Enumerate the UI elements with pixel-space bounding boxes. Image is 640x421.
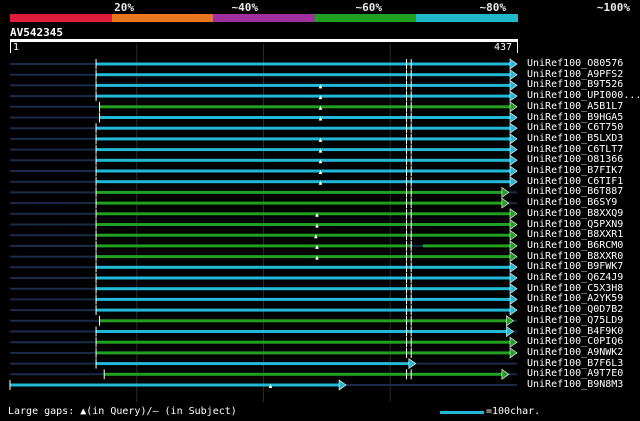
hit-label[interactable]: UniRef100_O80576 [527, 58, 623, 69]
hit-end-arrow-icon [509, 122, 518, 134]
legend-scale: =100char. [486, 406, 541, 417]
hit-label[interactable]: UniRef100_B6SY9 [527, 197, 617, 208]
hit-label[interactable]: UniRef100_B6RCM0 [527, 240, 623, 251]
hit-bar [96, 169, 511, 173]
hit-end-arrow-icon [509, 261, 518, 273]
hit-end-arrow-icon [509, 336, 518, 348]
hit-bar [96, 233, 511, 237]
hit-end-arrow-icon [509, 176, 518, 188]
hit-label[interactable]: UniRef100_C6TIF1 [527, 176, 623, 187]
hit-bar [10, 383, 341, 387]
hit-end-arrow-icon [509, 218, 518, 231]
hit-label[interactable]: UniRef100_B8XXQ9 [527, 208, 623, 219]
hit-bar [96, 223, 511, 226]
hit-label[interactable]: UniRef100_B8XXR0 [527, 251, 623, 262]
hit-bar [96, 255, 511, 259]
hit-label[interactable]: UniRef100_B5LXD3 [527, 133, 623, 144]
hit-bar [96, 276, 511, 280]
hit-end-arrow-icon [509, 251, 518, 263]
hit-label[interactable]: UniRef100_A2YK59 [527, 293, 623, 304]
hit-label[interactable]: UniRef100_Q6Z4J9 [527, 272, 623, 283]
hit-end-arrow-icon [509, 208, 518, 220]
hit-label[interactable]: UniRef100_C6T750 [527, 122, 623, 133]
hit-label[interactable]: UniRef100_A9PFS2 [527, 69, 623, 80]
hit-label[interactable]: UniRef100_Q5PXN9 [527, 219, 623, 230]
hit-bar [96, 297, 511, 301]
hit-end-arrow-icon [506, 315, 515, 327]
hit-bar [96, 158, 511, 162]
hit-bar [96, 330, 508, 333]
legend-gaps: Large gaps: ▲(in Query)/– (in Subject) [8, 406, 237, 417]
hit-end-arrow-icon [509, 58, 518, 70]
hit-bar [104, 372, 503, 376]
hit-label[interactable]: UniRef100_C6TLT7 [527, 144, 623, 155]
hit-end-arrow-icon [509, 240, 518, 252]
hit-end-arrow-icon [509, 229, 518, 241]
hit-label[interactable]: UniRef100_B9FWK7 [527, 261, 623, 272]
hit-bar [96, 201, 503, 205]
hit-bar [99, 116, 511, 119]
hit-label[interactable]: UniRef100_B9HGA5 [527, 112, 623, 123]
hit-bar [99, 319, 508, 323]
hit-label[interactable]: UniRef100_B7FIK7 [527, 165, 623, 176]
hit-label[interactable]: UniRef100_B6T887 [527, 186, 623, 197]
hit-bar [96, 180, 511, 184]
hit-bar [96, 190, 503, 194]
hit-bar [96, 148, 511, 152]
hit-bar [99, 105, 511, 109]
hit-end-arrow-icon [501, 197, 510, 209]
hit-bar [96, 94, 511, 98]
hit-end-arrow-icon [501, 186, 510, 198]
hit-label[interactable]: UniRef100_B8XXR1 [527, 229, 623, 240]
hit-end-arrow-icon [509, 283, 518, 295]
hit-end-arrow-icon [509, 144, 518, 156]
hit-end-arrow-icon [509, 165, 518, 177]
hit-end-arrow-icon [506, 325, 515, 338]
hit-end-arrow-icon [509, 133, 518, 145]
hit-end-arrow-icon [509, 90, 518, 102]
hit-end-arrow-icon [509, 304, 518, 316]
hit-end-arrow-icon [501, 368, 510, 380]
hit-bar [96, 308, 511, 312]
legend-scale-bar [440, 411, 484, 414]
hit-end-arrow-icon [509, 69, 518, 81]
hit-end-arrow-icon [509, 79, 518, 91]
hit-bar [96, 83, 511, 87]
hit-bar [422, 244, 511, 248]
hit-end-arrow-icon [338, 379, 347, 391]
hit-end-arrow-icon [509, 111, 518, 124]
hit-label[interactable]: UniRef100_Q0D7B2 [527, 304, 623, 315]
hit-end-arrow-icon [509, 154, 518, 166]
hit-label[interactable]: UniRef100_B9T526 [527, 79, 623, 90]
hit-end-arrow-icon [509, 272, 518, 284]
hit-label[interactable]: UniRef100_A9T7E0 [527, 368, 623, 379]
hit-label[interactable]: UniRef100_B9N8M3 [527, 379, 623, 390]
hit-label[interactable]: UniRef100_A9NWK2 [527, 347, 623, 358]
hit-label[interactable]: UniRef100_UPI000... [527, 90, 640, 101]
hit-label[interactable]: UniRef100_C5X3H8 [527, 283, 623, 294]
hit-label[interactable]: UniRef100_A5B1L7 [527, 101, 623, 112]
hit-bar [96, 212, 511, 216]
hit-end-arrow-icon [509, 293, 518, 305]
hit-bar [96, 244, 413, 248]
hit-label[interactable]: UniRef100_B4F9K0 [527, 326, 623, 337]
hit-end-arrow-icon [509, 347, 518, 359]
hit-label[interactable]: UniRef100_O81366 [527, 154, 623, 165]
hit-bar [96, 62, 511, 66]
hit-label[interactable]: UniRef100_C0PIQ6 [527, 336, 623, 347]
hit-end-arrow-icon [509, 101, 518, 113]
hit-bar [96, 137, 511, 141]
hit-bar [96, 340, 511, 344]
hit-end-arrow-icon [408, 358, 417, 370]
hit-bar [96, 351, 511, 355]
hit-bar [96, 73, 511, 77]
hit-bar [96, 126, 511, 130]
hit-label[interactable]: UniRef100_B7F6L3 [527, 358, 623, 369]
hit-bar [96, 287, 511, 291]
hit-label[interactable]: UniRef100_Q75LD9 [527, 315, 623, 326]
hit-bar [96, 362, 410, 366]
hit-bar [96, 265, 511, 269]
